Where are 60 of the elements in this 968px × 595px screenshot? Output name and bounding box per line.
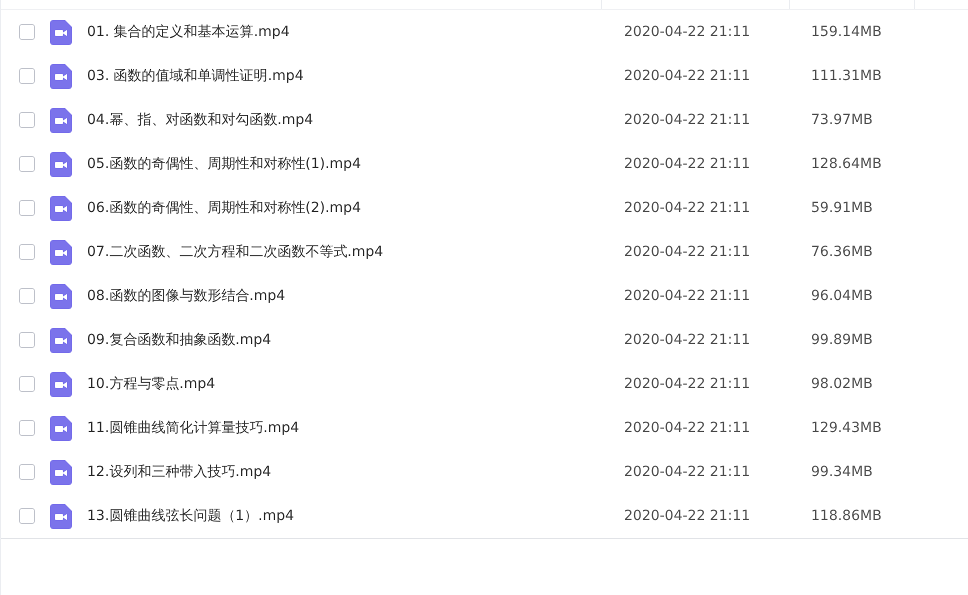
modified-date: 2020-04-22 21:11 [623, 420, 752, 436]
checkbox[interactable] [19, 68, 35, 84]
checkbox[interactable] [19, 112, 35, 128]
file-name[interactable]: 10.方程与零点.mp4 [87, 375, 612, 393]
file-name[interactable]: 05.函数的奇偶性、周期性和对称性(1).mp4 [87, 155, 612, 173]
checkbox[interactable] [19, 376, 35, 392]
file-name[interactable]: 06.函数的奇偶性、周期性和对称性(2).mp4 [87, 199, 612, 217]
file-name[interactable]: 08.函数的图像与数形结合.mp4 [87, 287, 612, 305]
checkbox[interactable] [19, 200, 35, 216]
file-size: 59.91MB [810, 200, 874, 216]
modified-date: 2020-04-22 21:11 [623, 508, 752, 524]
file-name[interactable]: 01. 集合的定义和基本运算.mp4 [87, 23, 612, 41]
modified-date: 2020-04-22 21:11 [623, 288, 752, 304]
file-size: 76.36MB [810, 244, 874, 260]
checkbox[interactable] [19, 288, 35, 304]
modified-date: 2020-04-22 21:11 [623, 112, 752, 128]
modified-date: 2020-04-22 21:11 [623, 200, 752, 216]
video-file-icon [50, 108, 72, 132]
modified-date: 2020-04-22 21:11 [623, 244, 752, 260]
modified-date: 2020-04-22 21:11 [623, 156, 752, 172]
modified-date: 2020-04-22 21:11 [623, 332, 752, 348]
checkbox[interactable] [19, 244, 35, 260]
modified-date: 2020-04-22 21:11 [623, 24, 752, 40]
file-size: 99.34MB [810, 464, 874, 480]
file-name[interactable]: 03. 函数的值域和单调性证明.mp4 [87, 67, 612, 85]
video-file-icon [50, 284, 72, 308]
video-file-icon [50, 196, 72, 220]
file-size: 96.04MB [810, 288, 874, 304]
video-file-icon [50, 152, 72, 176]
video-file-icon [50, 416, 72, 440]
file-name[interactable]: 04.幂、指、对函数和对勾函数.mp4 [87, 111, 612, 129]
file-name[interactable]: 07.二次函数、二次方程和二次函数不等式.mp4 [87, 243, 612, 261]
video-file-icon [50, 460, 72, 484]
file-name[interactable]: 11.圆锥曲线简化计算量技巧.mp4 [87, 419, 612, 437]
video-file-icon [50, 372, 72, 396]
file-size: 129.43MB [810, 420, 883, 436]
checkbox[interactable] [19, 420, 35, 436]
checkbox[interactable] [19, 508, 35, 524]
modified-date: 2020-04-22 21:11 [623, 464, 752, 480]
modified-date: 2020-04-22 21:11 [623, 68, 752, 84]
file-size: 128.64MB [810, 156, 883, 172]
file-name[interactable]: 09.复合函数和抽象函数.mp4 [87, 331, 612, 349]
file-size: 98.02MB [810, 376, 874, 392]
file-size: 111.31MB [810, 68, 883, 84]
video-file-icon [50, 64, 72, 88]
file-size: 159.14MB [810, 24, 883, 40]
file-size: 73.97MB [810, 112, 874, 128]
file-size: 118.86MB [810, 508, 883, 524]
checkbox[interactable] [19, 24, 35, 40]
video-file-icon [50, 20, 72, 44]
checkbox[interactable] [19, 156, 35, 172]
video-file-icon [50, 504, 72, 528]
checkbox[interactable] [19, 464, 35, 480]
video-file-icon [50, 328, 72, 352]
file-name[interactable]: 12.设列和三种带入技巧.mp4 [87, 463, 612, 481]
modified-date: 2020-04-22 21:11 [623, 376, 752, 392]
file-size: 99.89MB [810, 332, 874, 348]
file-name[interactable]: 13.圆锥曲线弦长问题（1）.mp4 [87, 507, 612, 525]
checkbox[interactable] [19, 332, 35, 348]
video-file-icon [50, 240, 72, 264]
